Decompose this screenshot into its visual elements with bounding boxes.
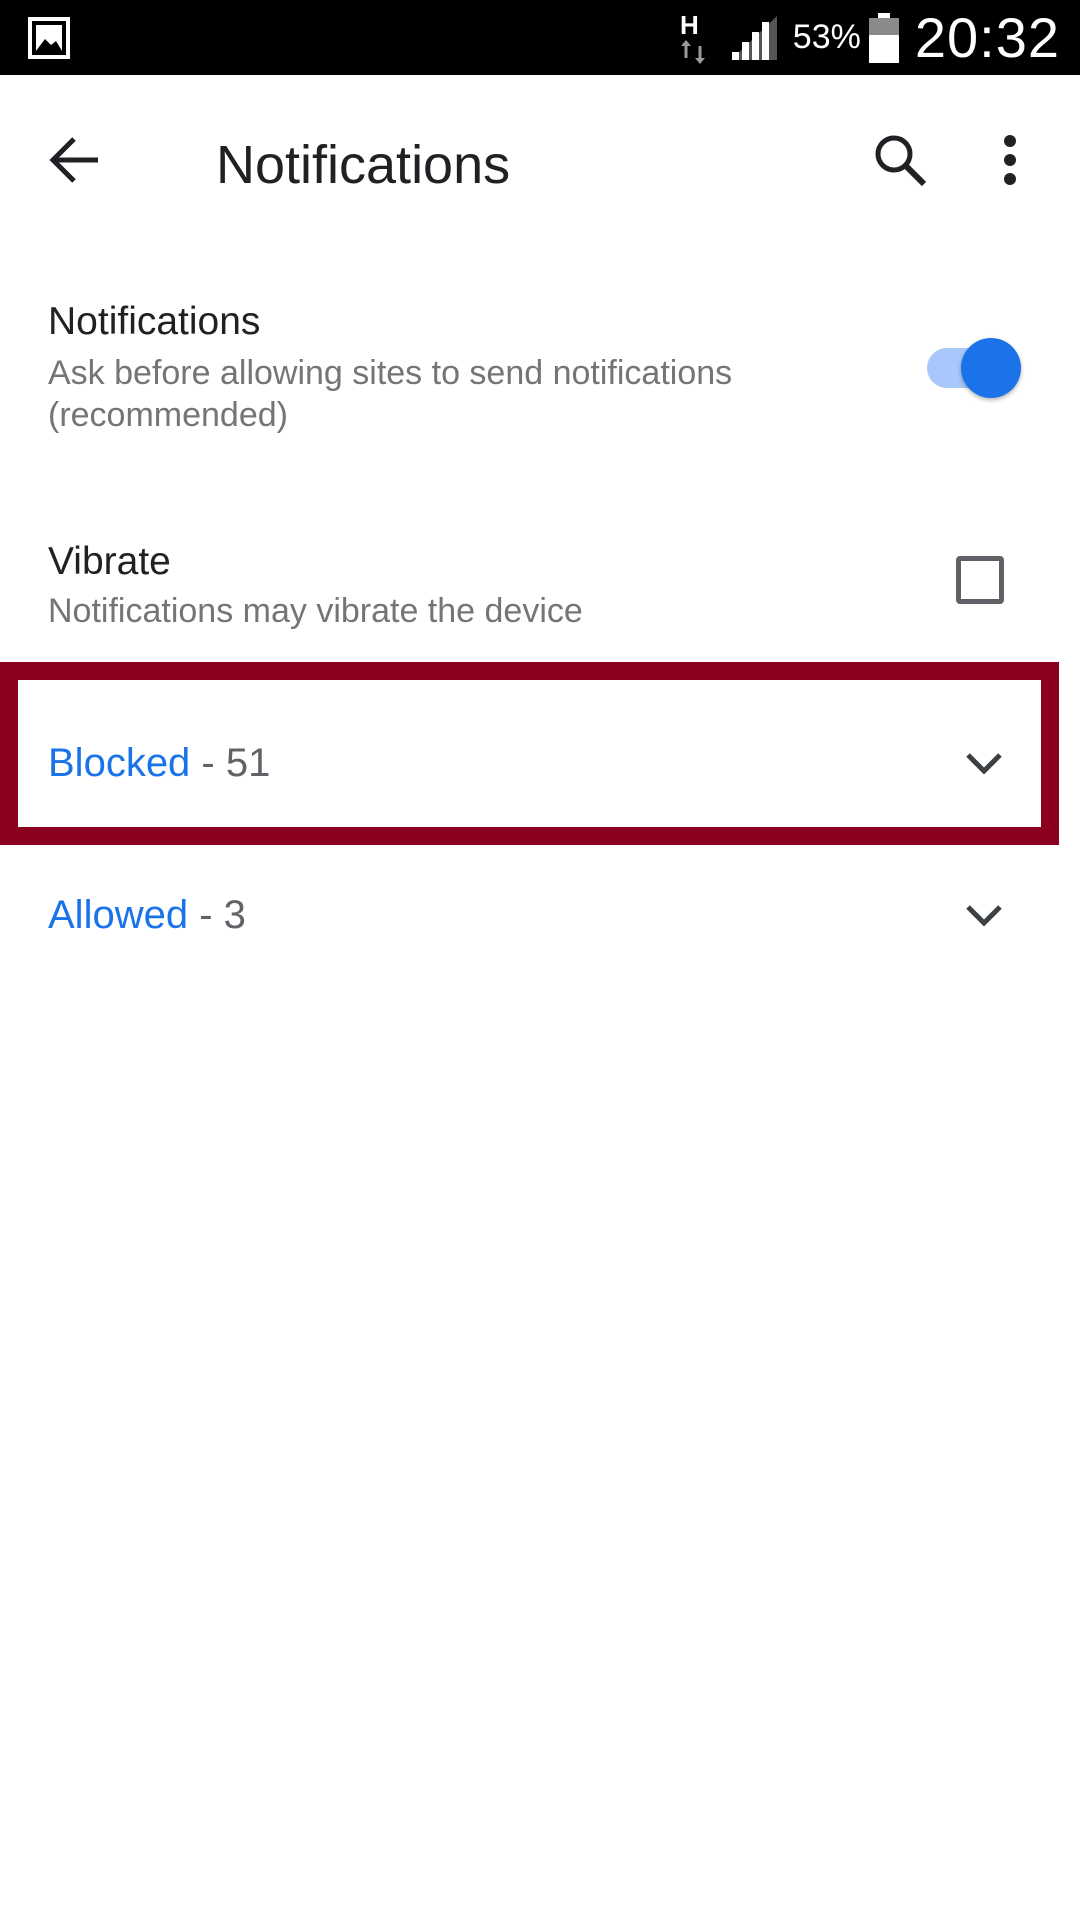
blocked-group-name: Blocked <box>48 741 191 785</box>
blocked-group-label: Blocked - 51 <box>48 738 270 788</box>
vibrate-setting-row[interactable]: Vibrate Notifications may vibrate the de… <box>0 520 1080 660</box>
blocked-group-header[interactable]: Blocked - 51 <box>0 698 1080 828</box>
back-button[interactable] <box>40 125 110 195</box>
blocked-group-count: 51 <box>225 741 271 785</box>
gallery-icon <box>28 17 70 59</box>
search-icon <box>875 135 927 187</box>
search-button[interactable] <box>865 125 935 195</box>
notifications-setting-title: Notifications <box>48 300 261 343</box>
blocked-group-separator: - <box>190 741 226 785</box>
more-options-button[interactable] <box>975 125 1045 195</box>
notifications-setting-summary: Ask before allowing sites to send notifi… <box>48 354 733 434</box>
signal-icon <box>730 15 777 60</box>
network-type-label: H <box>680 10 699 40</box>
toolbar: Notifications <box>0 75 1080 245</box>
allowed-group-header[interactable]: Allowed - 3 <box>0 850 1080 980</box>
network-h-icon: H <box>680 10 705 64</box>
allowed-group-name: Allowed <box>48 893 189 937</box>
chevron-down-icon <box>966 753 1002 775</box>
battery-icon <box>868 12 899 63</box>
notifications-toggle[interactable] <box>925 338 1025 398</box>
status-right-group: H 53% 20:32 <box>677 0 1060 75</box>
battery-percent: 53% <box>792 18 861 56</box>
allowed-group-count: 3 <box>223 893 246 937</box>
status-bar: H 53% 20:32 <box>0 0 1080 75</box>
notifications-setting-row[interactable]: Notifications Ask before allowing sites … <box>0 245 1080 490</box>
vibrate-checkbox[interactable] <box>956 556 1004 604</box>
vibrate-setting-title: Vibrate <box>48 540 171 583</box>
vibrate-setting-summary: Notifications may vibrate the device <box>48 592 583 630</box>
chevron-down-icon <box>966 905 1002 927</box>
back-arrow-icon <box>49 137 98 183</box>
more-vert-icon <box>1004 135 1016 185</box>
allowed-group-label: Allowed - 3 <box>48 890 246 940</box>
page-title: Notifications <box>216 135 511 195</box>
allowed-group-separator: - <box>188 893 224 937</box>
clock: 20:32 <box>914 6 1060 69</box>
toggle-thumb <box>961 338 1021 398</box>
